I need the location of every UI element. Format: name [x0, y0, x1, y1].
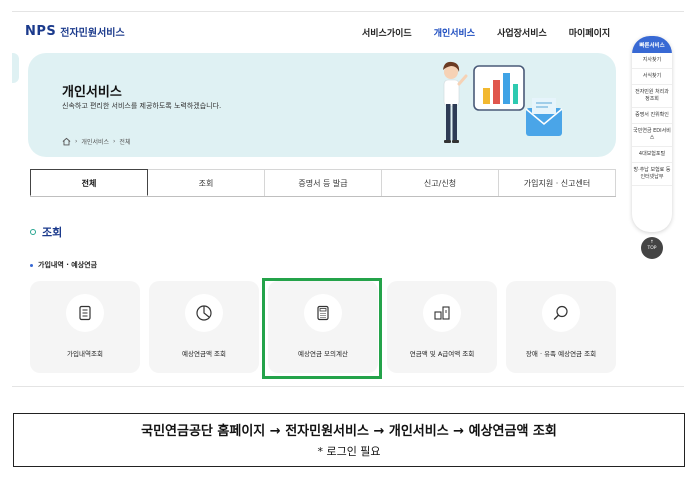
- header-divider: [12, 11, 684, 12]
- quick-item-insurance-portal[interactable]: 4대보험포털: [632, 147, 672, 163]
- quick-item-internet-payment[interactable]: 방·추납 보험료 등 인터넷납부: [632, 163, 672, 186]
- breadcrumb-sep-icon: ›: [75, 138, 78, 145]
- logo-text: 전자민원서비스: [60, 28, 125, 39]
- home-icon[interactable]: [62, 137, 71, 146]
- document-list-icon: [79, 305, 91, 321]
- main-nav: 서비스가이드 개인서비스 사업장서비스 마이페이지: [362, 26, 632, 39]
- nav-personal-service[interactable]: 개인서비스: [434, 26, 475, 39]
- instruction-caption: 국민연금공단 홈페이지 → 전자민원서비스 → 개인서비스 → 예상연금액 조회…: [13, 413, 685, 467]
- quick-item-edi-service[interactable]: 국민연금 EDI서비스: [632, 124, 672, 147]
- quick-service-menu: 빠른서비스 지사찾기 서식찾기 전자민원 처리과정조회 증명서 진위확인 국민연…: [632, 36, 672, 232]
- section-subtitle-text: 가입내역 · 예상연금: [38, 261, 98, 269]
- quick-item-branch-search[interactable]: 지사찾기: [632, 53, 672, 69]
- page-subtitle: 신속하고 편리한 서비스를 제공하도록 노력하겠습니다.: [62, 102, 222, 110]
- tab-report-apply[interactable]: 신고/신청: [382, 169, 499, 196]
- ring-bullet-icon: [30, 229, 36, 235]
- breadcrumb-personal[interactable]: 개인서비스: [81, 137, 109, 146]
- scroll-top-button[interactable]: ↑ TOP: [641, 237, 663, 259]
- card-disability-survivor[interactable]: 장애 · 유족 예상연금 조회: [506, 281, 616, 373]
- card-expected-pension[interactable]: 예상연금액 조회: [149, 281, 259, 373]
- tab-certificate-issue[interactable]: 증명서 등 발급: [265, 169, 382, 196]
- caption-path: 국민연금공단 홈페이지 → 전자민원서비스 → 개인서비스 → 예상연금액 조회: [141, 424, 557, 439]
- card-label: 장애 · 유족 예상연금 조회: [525, 350, 597, 358]
- section-subtitle: 가입내역 · 예상연금: [30, 260, 97, 270]
- content-divider: [12, 386, 684, 387]
- dot-bullet-icon: [30, 263, 33, 267]
- quick-item-form-search[interactable]: 서식찾기: [632, 69, 672, 85]
- quick-item-process-status[interactable]: 전자민원 처리과정조회: [632, 85, 672, 108]
- card-label: 가입내역조회: [67, 350, 103, 358]
- nav-service-guide[interactable]: 서비스가이드: [362, 26, 412, 39]
- quick-item-certificate-verify[interactable]: 증명서 진위확인: [632, 108, 672, 124]
- highlight-box: [262, 278, 382, 379]
- tab-support-center[interactable]: 가입지원 · 신고센터: [499, 169, 616, 196]
- nav-my-page[interactable]: 마이페이지: [569, 26, 610, 39]
- quick-menu-title: 빠른서비스: [632, 36, 672, 53]
- breadcrumb: › 개인서비스 › 전체: [62, 137, 130, 146]
- nav-business-service[interactable]: 사업장서비스: [497, 26, 547, 39]
- card-enrollment-history[interactable]: 가입내역조회: [30, 281, 140, 373]
- breadcrumb-sep-icon: ›: [113, 138, 116, 145]
- magnifier-icon: [553, 305, 568, 320]
- logo-mark: NPS: [25, 24, 57, 39]
- breadcrumb-all: 전체: [119, 139, 131, 146]
- pie-chart-icon: [196, 305, 212, 321]
- nps-logo[interactable]: NPS 전자민원서비스: [25, 24, 125, 39]
- caption-note: * 로그인 필요: [317, 445, 381, 458]
- card-label: 예상연금액 조회: [182, 350, 226, 358]
- tab-all[interactable]: 전체: [30, 169, 148, 196]
- page-title: 개인서비스: [62, 85, 122, 100]
- category-tabs: 전체 조회 증명서 등 발급 신고/신청 가입지원 · 신고센터: [30, 169, 616, 197]
- top-label: TOP: [647, 246, 657, 251]
- card-label: 연금액 및 A급여액 조회: [409, 350, 475, 358]
- section-title: 조회: [30, 224, 62, 240]
- banner-illustration: [443, 61, 563, 143]
- section-title-text: 조회: [42, 226, 63, 239]
- tab-inquiry[interactable]: 조회: [148, 169, 265, 196]
- card-pension-a-benefit[interactable]: 연금액 및 A급여액 조회: [387, 281, 497, 373]
- bar-compare-icon: [434, 306, 450, 320]
- banner-prev-slice: [12, 53, 19, 83]
